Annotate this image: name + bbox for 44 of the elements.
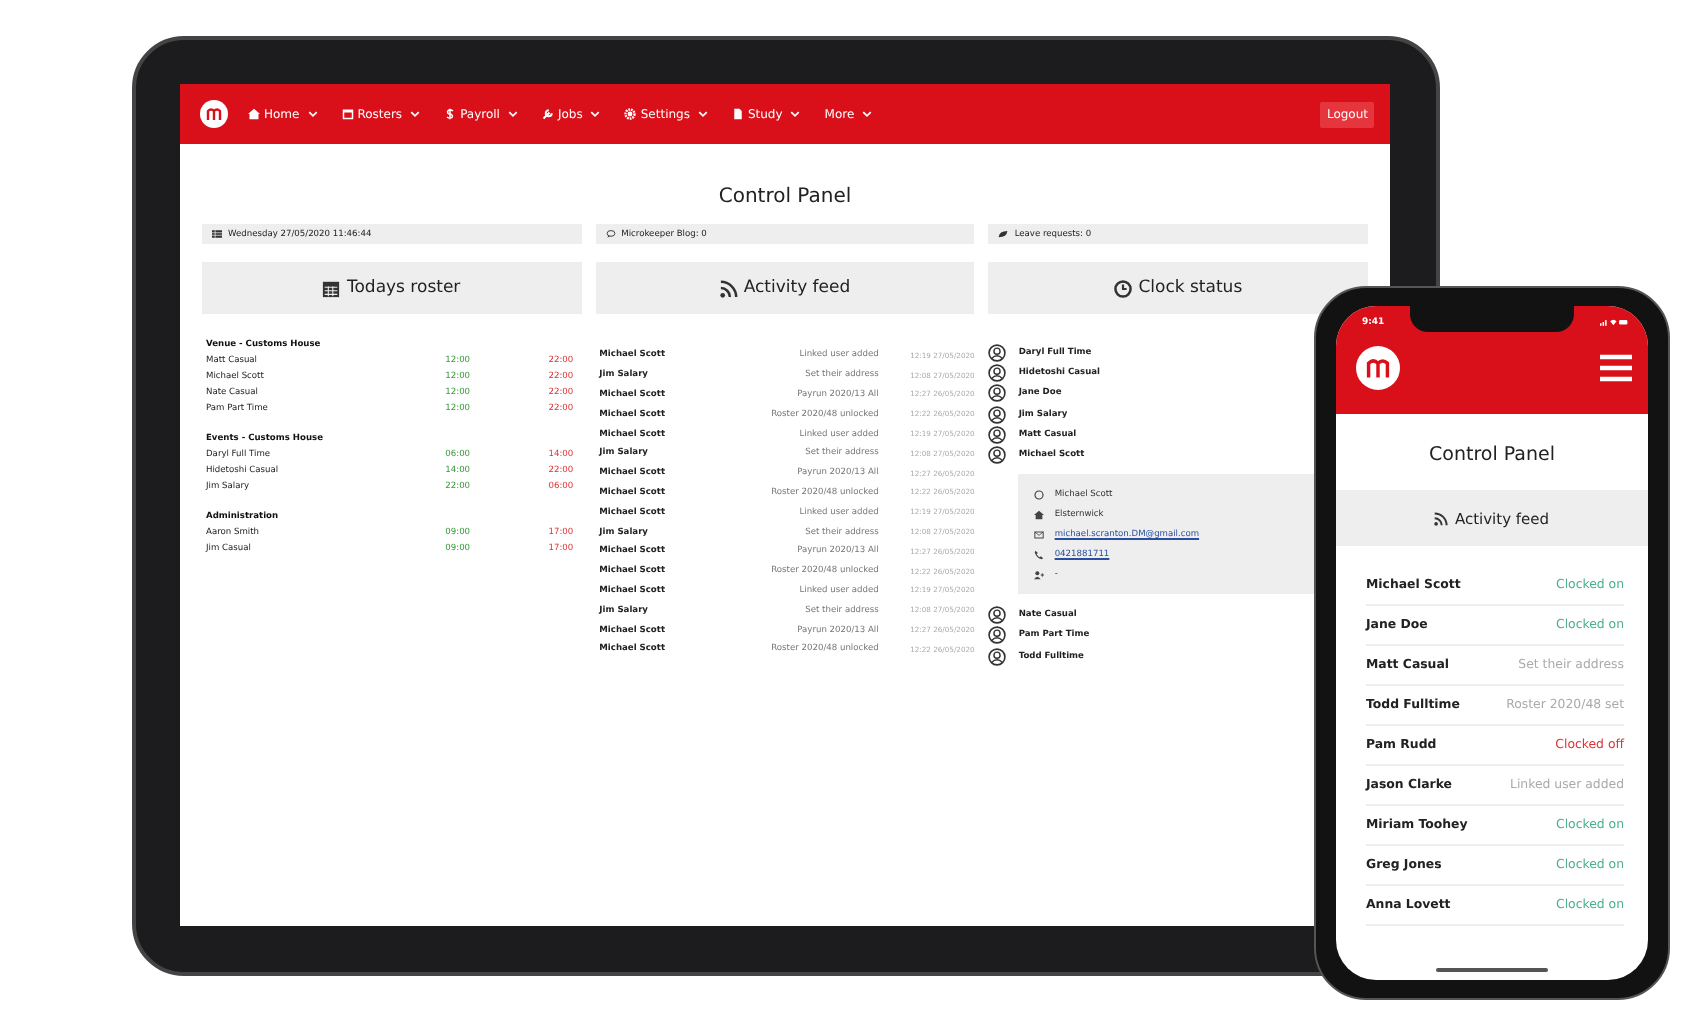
avatar-icon — [988, 425, 1007, 444]
avatar-icon — [988, 647, 1007, 666]
page-title: Control Panel — [716, 184, 854, 212]
list-icon — [212, 230, 222, 238]
avatar-icon — [988, 605, 1007, 624]
page-title: Control Panel — [1427, 442, 1557, 470]
status-icons — [1600, 318, 1628, 326]
leaf-icon — [998, 230, 1009, 238]
home-indicator — [1436, 968, 1548, 972]
phone-icon — [1034, 549, 1045, 560]
avatar-icon — [988, 446, 1007, 465]
avatar-icon — [988, 405, 1007, 424]
panel-title: Clock status — [1138, 278, 1243, 298]
home-icon — [248, 108, 260, 120]
avatar-icon — [988, 384, 1007, 403]
panel-title: Todays roster — [346, 278, 461, 298]
chevron-icon[interactable] — [697, 110, 708, 118]
avatar-icon — [988, 363, 1007, 382]
avatar-icon — [988, 626, 1007, 645]
chevron-icon[interactable] — [410, 110, 421, 118]
calendar-icon — [341, 108, 354, 120]
panel-title: Activity feed — [743, 278, 851, 298]
clock-icon — [1114, 279, 1133, 297]
logo-icon — [200, 100, 228, 128]
mail-icon — [1034, 529, 1045, 540]
logo-icon — [1356, 346, 1400, 390]
user-icon — [1034, 489, 1045, 500]
dollar-icon — [444, 108, 457, 120]
chevron-icon[interactable] — [862, 110, 873, 118]
document-icon — [731, 108, 744, 120]
speech-bubble-icon — [605, 230, 616, 238]
users-icon — [1034, 569, 1045, 580]
home-icon — [1034, 509, 1045, 520]
avatar-icon — [988, 343, 1007, 362]
chevron-icon[interactable] — [590, 110, 601, 118]
chevron-icon[interactable] — [790, 110, 801, 118]
chevron-icon[interactable] — [307, 110, 318, 118]
wrench-icon — [541, 108, 554, 120]
menu-icon[interactable] — [1600, 354, 1632, 382]
rss-icon — [719, 279, 738, 297]
chevron-icon[interactable] — [507, 110, 518, 118]
rss-icon — [1434, 511, 1449, 525]
calendar-icon — [322, 279, 341, 297]
settings-icon — [624, 108, 637, 120]
